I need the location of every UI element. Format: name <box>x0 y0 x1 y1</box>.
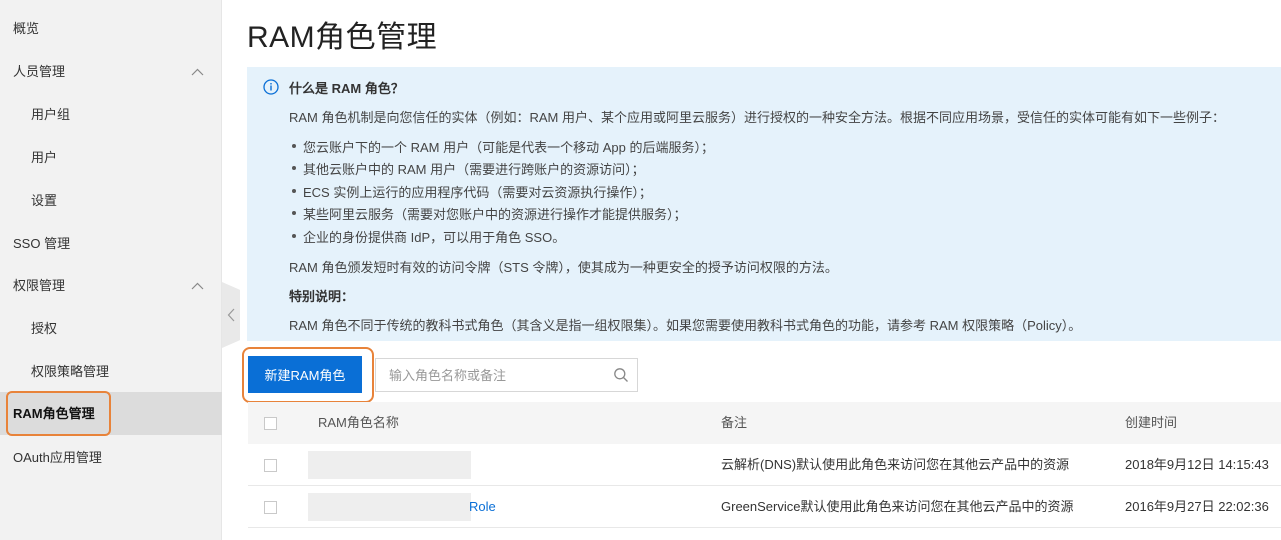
table-row: 云解析(DNS)默认使用此角色来访问您在其他云产品中的资源 2018年9月12日… <box>248 444 1281 486</box>
select-all-checkbox[interactable] <box>264 417 277 430</box>
row-checkbox[interactable] <box>264 501 277 514</box>
search-icon[interactable] <box>613 367 629 383</box>
info-bullet: 您云账户下的一个 RAM 用户（可能是代表一个移动 App 的后端服务）； <box>292 137 714 156</box>
sidebar-item-label: 用户组 <box>31 107 71 122</box>
info-bullet: 企业的身份提供商 IdP，可以用于角色 SSO。 <box>291 227 565 246</box>
column-header-note: 备注 <box>721 415 748 430</box>
info-title: 什么是 RAM 角色？ <box>289 81 404 96</box>
row-checkbox[interactable] <box>264 459 277 472</box>
page-title: RAM角色管理 <box>247 21 438 54</box>
column-header-created: 创建时间 <box>1125 415 1178 430</box>
redacted-role-name <box>308 493 471 521</box>
sidebar-item-permissions[interactable]: 权限管理 <box>0 264 222 307</box>
sidebar-item-overview[interactable]: 概览 <box>0 7 222 50</box>
table-row: Role GreenService默认使用此角色来访问您在其他云产品中的资源 2… <box>248 486 1281 528</box>
sidebar-item-users[interactable]: 用户 <box>0 136 222 179</box>
sidebar-item-ram-roles[interactable]: RAM角色管理 <box>0 392 222 435</box>
sidebar-item-label: 授权 <box>31 321 58 336</box>
info-special-title: 特别说明： <box>289 289 355 304</box>
row-created-time: 2018年9月12日 14:15:43 <box>1125 457 1269 472</box>
row-note: GreenService默认使用此角色来访问您在其他云产品中的资源 <box>721 499 1074 514</box>
sidebar-item-label: 权限管理 <box>13 278 66 293</box>
sidebar-collapse-handle[interactable] <box>222 282 240 348</box>
column-header-role-name: RAM角色名称 <box>318 415 399 430</box>
search-box <box>375 358 638 392</box>
sidebar-item-label: SSO 管理 <box>13 236 71 251</box>
sidebar-item-settings[interactable]: 设置 <box>0 179 222 222</box>
info-bullet: 其他云账户中的 RAM 用户（需要进行跨账户的资源访问）； <box>292 159 645 178</box>
sidebar-item-label: 设置 <box>31 193 58 208</box>
info-special-text: RAM 角色不同于传统的教科书式角色（其含义是指一组权限集）。如果您需要使用教科… <box>289 318 1082 333</box>
chevron-left-icon <box>227 308 235 322</box>
redacted-role-name <box>308 451 471 479</box>
row-note: 云解析(DNS)默认使用此角色来访问您在其他云产品中的资源 <box>721 457 1070 472</box>
info-bullet: ECS 实例上运行的应用程序代码（需要对云资源执行操作）； <box>292 182 652 201</box>
sidebar: 概览 人员管理 用户组 用户 设置 SSO 管理 权限管理 授权 权限策略管理 … <box>0 0 222 540</box>
sidebar-item-label: 人员管理 <box>13 64 66 79</box>
sidebar-item-label: RAM角色管理 <box>13 406 95 421</box>
sidebar-item-user-groups[interactable]: 用户组 <box>0 93 222 136</box>
role-name-link[interactable]: Role <box>469 486 496 528</box>
sidebar-item-oauth-apps[interactable]: OAuth应用管理 <box>0 436 222 479</box>
sidebar-item-people[interactable]: 人员管理 <box>0 50 222 93</box>
info-sts-line: RAM 角色颁发短时有效的访问令牌（STS 令牌），使其成为一种更安全的授予访问… <box>289 260 838 275</box>
chevron-up-icon <box>191 50 204 93</box>
chevron-up-icon <box>191 264 204 307</box>
sidebar-item-authorization[interactable]: 授权 <box>0 307 222 350</box>
sidebar-item-label: 用户 <box>31 150 58 165</box>
create-ram-role-button[interactable]: 新建RAM角色 <box>248 356 362 393</box>
sidebar-item-label: OAuth应用管理 <box>13 450 102 465</box>
search-input[interactable] <box>376 359 604 391</box>
info-intro: RAM 角色机制是向您信任的实体（例如：RAM 用户、某个应用或阿里云服务）进行… <box>289 110 1226 125</box>
sidebar-item-policies[interactable]: 权限策略管理 <box>0 350 222 393</box>
sidebar-item-label: 权限策略管理 <box>31 364 110 379</box>
info-icon <box>263 79 279 95</box>
info-bullet: 某些阿里云服务（需要对您账户中的资源进行操作才能提供服务）； <box>292 204 687 223</box>
table-header: RAM角色名称 备注 创建时间 <box>248 402 1281 444</box>
info-panel: 什么是 RAM 角色？ RAM 角色机制是向您信任的实体（例如：RAM 用户、某… <box>247 67 1281 341</box>
row-created-time: 2016年9月27日 22:02:36 <box>1125 499 1269 514</box>
sidebar-item-sso[interactable]: SSO 管理 <box>0 222 222 265</box>
sidebar-item-label: 概览 <box>13 21 40 36</box>
